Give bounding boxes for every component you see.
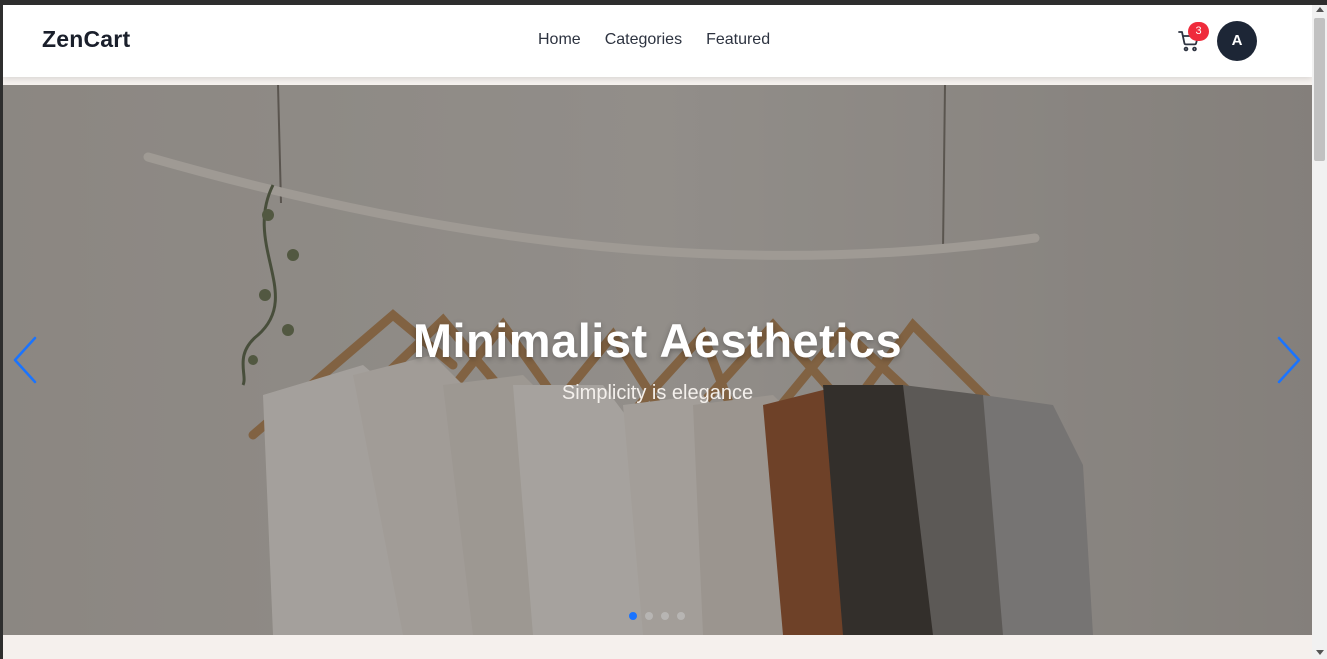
main-nav: Home Categories Featured xyxy=(538,31,770,49)
carousel-dot-3[interactable] xyxy=(661,612,669,620)
carousel-next-button[interactable] xyxy=(1273,335,1303,385)
brand-logo[interactable]: ZenCart xyxy=(42,26,130,53)
hero-caption: Minimalist Aesthetics Simplicity is eleg… xyxy=(3,313,1312,405)
hero-carousel: Minimalist Aesthetics Simplicity is eleg… xyxy=(3,85,1312,635)
user-avatar[interactable]: A xyxy=(1217,21,1257,61)
chevron-right-icon xyxy=(1277,336,1301,384)
scroll-up-arrow-icon[interactable] xyxy=(1316,7,1324,12)
nav-link-featured[interactable]: Featured xyxy=(706,31,770,49)
scroll-thumb[interactable] xyxy=(1314,18,1325,161)
hero-subtitle: Simplicity is elegance xyxy=(561,382,754,404)
navbar: ZenCart Home Categories Featured 3 A xyxy=(3,5,1312,77)
page-scrollbar[interactable] xyxy=(1312,5,1327,659)
scroll-down-arrow-icon[interactable] xyxy=(1316,650,1324,655)
nav-link-categories[interactable]: Categories xyxy=(605,31,682,49)
carousel-dot-4[interactable] xyxy=(677,612,685,620)
carousel-dot-2[interactable] xyxy=(645,612,653,620)
hero-title: Minimalist Aesthetics xyxy=(412,314,903,367)
carousel-dot-1[interactable] xyxy=(629,612,637,620)
carousel-prev-button[interactable] xyxy=(11,335,41,385)
carousel-pagination xyxy=(629,612,685,620)
nav-link-home[interactable]: Home xyxy=(538,31,581,49)
page-viewport: ZenCart Home Categories Featured 3 A Min… xyxy=(3,5,1312,659)
chevron-left-icon xyxy=(13,336,37,384)
cart-count-badge: 3 xyxy=(1188,22,1209,41)
next-section-peek xyxy=(3,635,1312,659)
